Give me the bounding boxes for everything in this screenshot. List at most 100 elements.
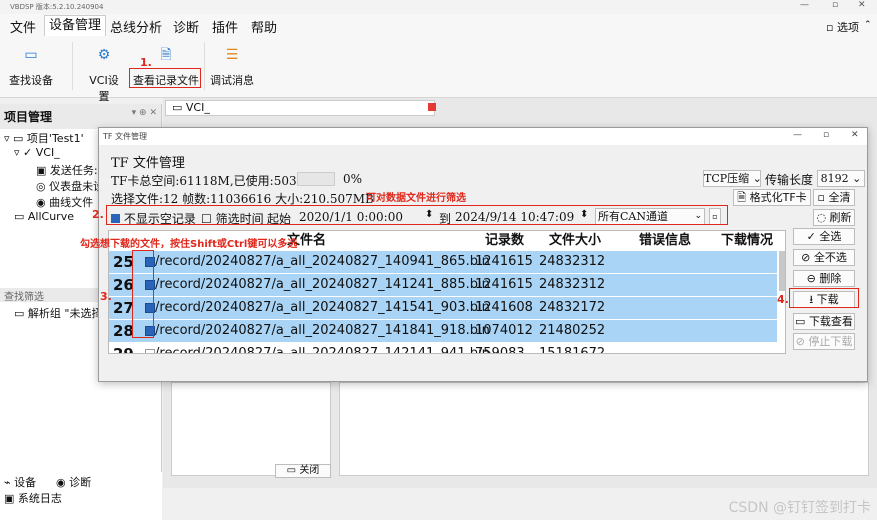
- row-index: 25: [113, 253, 134, 271]
- tree-dashboard[interactable]: ◎ 仪表盘未设: [36, 178, 104, 194]
- app-title: VBDSP 版本:5.2.10.240904: [10, 3, 104, 11]
- annotation-4: 4.: [777, 293, 789, 306]
- table-row[interactable]: 26 /record/20240827/a_all_20240827_14124…: [109, 274, 777, 296]
- debug-msg-button[interactable]: ☰ 调试消息: [209, 46, 255, 88]
- row-index: 29: [113, 345, 134, 354]
- find-device-button[interactable]: ▭ 查找设备: [8, 46, 54, 88]
- row-size: 21480252: [539, 323, 606, 338]
- space-percent: 0%: [343, 172, 363, 186]
- vci-settings-label: VCI设置: [89, 74, 119, 103]
- row-checkbox[interactable]: [145, 349, 155, 353]
- select-none-button[interactable]: ⊘ 全不选: [793, 249, 855, 266]
- tab-close-icon[interactable]: [428, 103, 436, 111]
- divider: [204, 42, 205, 90]
- row-size: 24832172: [539, 300, 606, 315]
- dialog-close-icon[interactable]: ✕: [851, 130, 859, 140]
- compress-select[interactable]: TCP压缩 ⌄: [703, 170, 762, 187]
- col-size[interactable]: 文件大小: [549, 231, 601, 251]
- highlight-box-1: [129, 68, 201, 88]
- annotation-2: 2.: [92, 208, 104, 221]
- file-search-icon: 🗎: [160, 47, 172, 63]
- menu-help[interactable]: 帮助: [251, 17, 277, 36]
- tree-curve-file[interactable]: ◉ 曲线文件: [36, 194, 93, 210]
- menu-bus-analysis[interactable]: 总线分析: [110, 17, 162, 36]
- row-index: 26: [113, 276, 134, 294]
- download-view-button[interactable]: ▭ 下载查看: [793, 313, 855, 330]
- tree-project[interactable]: ▿ ▭ 项目'Test1': [4, 130, 84, 146]
- stop-download-button[interactable]: ⊘ 停止下载: [793, 333, 855, 350]
- row-filename: /record/20240827/a_all_20240827_141541_9…: [155, 300, 490, 315]
- dialog-titlebar: TF 文件管理 — ▫ ✕: [99, 128, 867, 145]
- highlight-box-4: [789, 288, 859, 308]
- select-hint: 勾选想下载的文件，按住Shift或Ctrl键可以多选: [80, 239, 298, 250]
- title-bar: VBDSP 版本:5.2.10.240904 — ▫ ✕: [0, 0, 877, 14]
- menu-device-manage[interactable]: 设备管理: [44, 15, 107, 36]
- row-size: 15181672: [539, 346, 606, 354]
- dialog-heading: TF 文件管理: [111, 156, 185, 171]
- clear-all-button[interactable]: ▫ 全清: [813, 189, 855, 206]
- chevron-up-icon[interactable]: ⌃: [864, 20, 872, 30]
- dialog-window-title: TF 文件管理: [103, 132, 148, 141]
- tree-send-task[interactable]: ▣ 发送任务:0: [36, 162, 105, 178]
- sub-panel-left: [171, 382, 331, 476]
- row-filename: /record/20240827/a_all_20240827_141241_8…: [155, 277, 490, 292]
- filter-hint: 可对数据文件进行筛选: [366, 193, 466, 204]
- highlight-box-3: [132, 250, 154, 338]
- menu-bar: 文件 设备管理 总线分析 诊断 插件 帮助 ▫ 选项 ⌃: [0, 14, 877, 36]
- row-filename: /record/20240827/a_all_20240827_140941_8…: [155, 254, 490, 269]
- debug-msg-label: 调试消息: [210, 74, 254, 87]
- vci-settings-button[interactable]: ⚙ VCI设置: [84, 46, 124, 104]
- tab-device[interactable]: ⌁ 设备: [4, 474, 36, 490]
- tab-vci[interactable]: ▭ VCI_: [165, 100, 436, 116]
- highlight-box-2: [106, 205, 728, 225]
- row-filename: /record/20240827/a_all_20240827_141841_9…: [155, 323, 490, 338]
- tree-vci[interactable]: ▿ ✓ VCI_: [14, 146, 60, 159]
- table-row[interactable]: 27 /record/20240827/a_all_20240827_14154…: [109, 297, 777, 319]
- close-button[interactable]: ▭ 关闭: [275, 464, 331, 478]
- watermark: CSDN @钉钉签到打卡: [728, 500, 871, 516]
- tab-diag[interactable]: ◉ 诊断: [56, 474, 91, 490]
- menu-file[interactable]: 文件: [10, 17, 36, 36]
- annotation-3: 3.: [100, 290, 112, 303]
- delete-button[interactable]: ⊖ 删除: [793, 270, 855, 287]
- gear-icon: ⚙: [97, 47, 111, 63]
- dialog-maximize-icon[interactable]: ▫: [823, 130, 829, 140]
- tree-allcurve[interactable]: ▭ AllCurve: [14, 210, 74, 223]
- table-scrollbar[interactable]: [779, 251, 785, 291]
- divider: [72, 42, 73, 90]
- tab-syslog[interactable]: ▣ 系统日志: [4, 490, 62, 506]
- find-device-label: 查找设备: [9, 74, 53, 87]
- space-progress-bar: [297, 172, 335, 186]
- search-device-icon: ▭: [24, 47, 38, 63]
- ribbon: ▭ 查找设备 ⚙ VCI设置 🗎 查看记录文件 ☰ 调试消息: [0, 36, 877, 103]
- table-row[interactable]: 28 /record/20240827/a_all_20240827_14184…: [109, 320, 777, 342]
- sliders-icon: ☰: [225, 47, 239, 63]
- select-all-button[interactable]: ✓ 全选: [793, 228, 855, 245]
- row-count: 759083: [475, 346, 525, 354]
- row-index: 27: [113, 299, 134, 317]
- annotation-1: 1.: [140, 56, 152, 69]
- col-error[interactable]: 错误信息: [639, 231, 691, 251]
- row-count: 1241608: [475, 300, 533, 315]
- row-size: 24832312: [539, 277, 606, 292]
- row-count: 1074012: [475, 323, 533, 338]
- menu-diagnosis[interactable]: 诊断: [173, 17, 199, 36]
- project-panel-title: 项目管理 ▾ ⊕ ✕: [0, 104, 161, 129]
- table-row[interactable]: 29 /record/20240827/a_all_20240827_14214…: [109, 343, 777, 354]
- col-count[interactable]: 记录数: [485, 231, 524, 251]
- row-size: 24832312: [539, 254, 606, 269]
- options-button[interactable]: ▫ 选项: [826, 19, 859, 35]
- refresh-button[interactable]: ◌ 刷新: [813, 209, 855, 226]
- dialog-minimize-icon[interactable]: —: [793, 130, 802, 140]
- format-tf-button[interactable]: 🗎 格式化TF卡: [733, 189, 811, 206]
- table-row[interactable]: 25 /record/20240827/a_all_20240827_14094…: [109, 251, 777, 273]
- row-index: 28: [113, 322, 134, 340]
- filter-parse-group[interactable]: ▭ 解析组 "未选择": [14, 305, 108, 321]
- col-download[interactable]: 下载情况: [721, 231, 773, 251]
- close-icon[interactable]: ✕: [858, 0, 866, 10]
- bottom-tabs: ⌁ 设备 ◉ 诊断 ▣ 系统日志: [0, 472, 162, 520]
- minimize-icon[interactable]: —: [800, 0, 809, 10]
- maximize-icon[interactable]: ▫: [832, 0, 838, 10]
- menu-plugin[interactable]: 插件: [212, 17, 238, 36]
- transfer-len-select[interactable]: 8192 ⌄: [817, 170, 865, 187]
